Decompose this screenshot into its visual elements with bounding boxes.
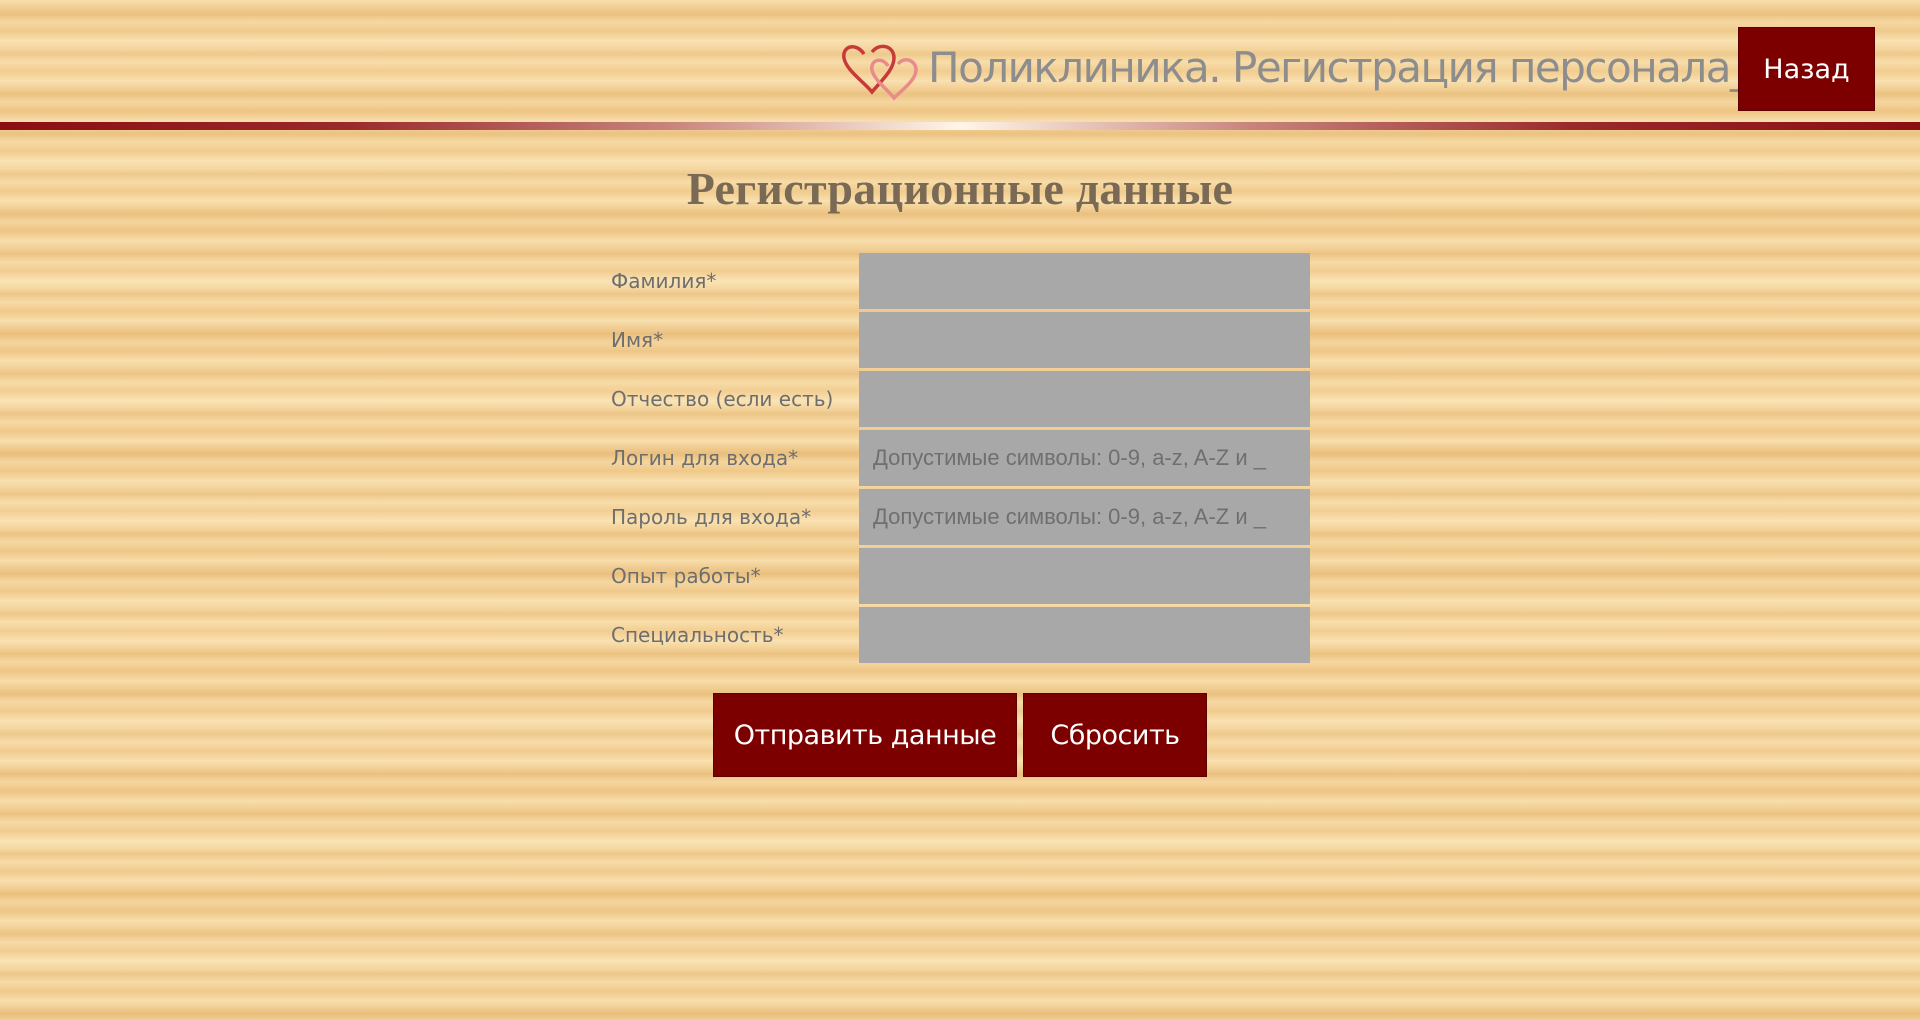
form-row-name: Имя*	[611, 312, 1310, 371]
surname-input[interactable]	[859, 253, 1310, 309]
reset-button[interactable]: Сбросить	[1023, 693, 1207, 777]
patronymic-input[interactable]	[859, 371, 1310, 427]
experience-input[interactable]	[859, 548, 1310, 604]
form-row-experience: Опыт работы*	[611, 548, 1310, 607]
name-input[interactable]	[859, 312, 1310, 368]
site-title: Поликлиника. Регистрация персонала__	[928, 43, 1771, 92]
page-header: Поликлиника. Регистрация персонала__ Наз…	[0, 0, 1920, 122]
hearts-logo-icon	[842, 44, 918, 101]
submit-button[interactable]: Отправить данные	[713, 693, 1017, 777]
patronymic-label: Отчество (если есть)	[611, 387, 834, 411]
form-row-specialty: Специальность*	[611, 607, 1310, 666]
password-label: Пароль для входа*	[611, 505, 812, 529]
password-input[interactable]	[859, 489, 1310, 545]
back-button[interactable]: Назад	[1738, 27, 1875, 111]
form-heading: Регистрационные данные	[686, 163, 1234, 214]
surname-label: Фамилия*	[611, 269, 717, 293]
form-actions: Отправить данные Сбросить	[713, 693, 1207, 777]
specialty-label: Специальность*	[611, 623, 784, 647]
experience-label: Опыт работы*	[611, 564, 761, 588]
form-row-patronymic: Отчество (если есть)	[611, 371, 1310, 430]
form-row-login: Логин для входа*	[611, 430, 1310, 489]
header-divider	[0, 122, 1920, 130]
form-row-surname: Фамилия*	[611, 253, 1310, 312]
form-row-password: Пароль для входа*	[611, 489, 1310, 548]
registration-form: Фамилия* Имя* Отчество (если есть) Логин…	[611, 253, 1310, 666]
specialty-input[interactable]	[859, 607, 1310, 663]
login-input[interactable]	[859, 430, 1310, 486]
name-label: Имя*	[611, 328, 664, 352]
login-label: Логин для входа*	[611, 446, 799, 470]
